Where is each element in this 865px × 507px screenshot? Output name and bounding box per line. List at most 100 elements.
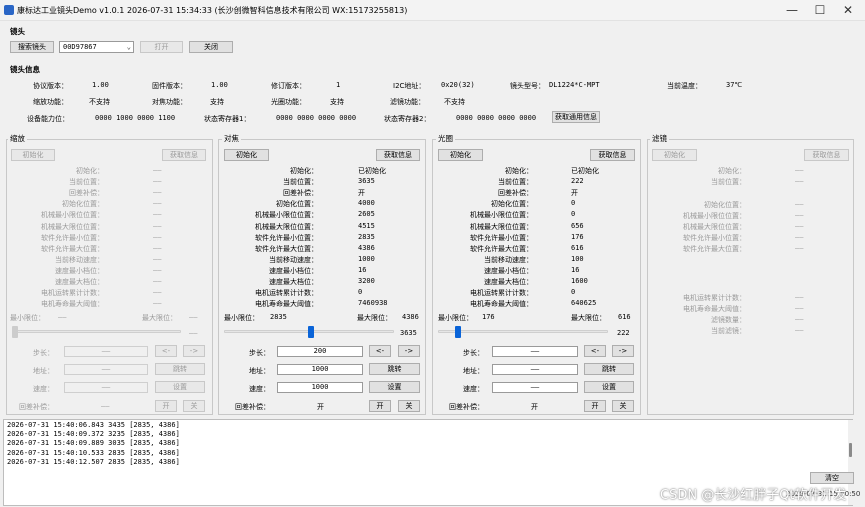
iris-row-value: 640625 xyxy=(571,299,597,308)
status-reg1-value: 0000 0000 0000 0000 xyxy=(276,114,357,122)
focus-min-value: 2835 xyxy=(270,313,287,321)
iris-row-label: 速度最小档位： xyxy=(484,266,533,275)
zoom-min-label: 最小限位： xyxy=(10,314,45,322)
capability-value: 0000 1000 0000 1100 xyxy=(95,114,176,122)
iris-backlash-value: 开 xyxy=(531,403,538,411)
zoom-backlash-label: 回差补偿： xyxy=(19,403,54,411)
filter-row-value: —— xyxy=(795,222,804,231)
close-lens-button[interactable]: 关闭 xyxy=(189,41,233,53)
iris-speed-input[interactable]: —— xyxy=(492,382,578,393)
iris-init-button[interactable]: 初始化 xyxy=(438,149,483,161)
iris-get-info-button[interactable]: 获取信息 xyxy=(590,149,635,161)
zoom-max-value: —— xyxy=(189,313,198,321)
focus-backlash-on-button[interactable]: 开 xyxy=(369,400,391,412)
iris-row-value: 656 xyxy=(571,221,584,230)
focus-right-button[interactable]: -> xyxy=(398,345,420,357)
focus-backlash-off-button[interactable]: 关 xyxy=(398,400,420,412)
filter-row-value: —— xyxy=(795,293,804,301)
zoom-backlash-on-button[interactable]: 开 xyxy=(155,400,177,412)
log-scrollbar-thumb[interactable] xyxy=(849,443,852,457)
filter-row-label: 软件允许最大位置： xyxy=(683,245,746,254)
iris-set-button[interactable]: 设置 xyxy=(584,381,634,393)
iris-addr-input[interactable]: —— xyxy=(492,364,578,375)
zoom-backlash-off-button[interactable]: 关 xyxy=(183,400,205,412)
zoom-row-value: —— xyxy=(153,277,162,285)
maximize-button[interactable]: ☐ xyxy=(806,0,834,21)
iris-row-value: 开 xyxy=(571,189,578,198)
focus-group-title: 对焦 xyxy=(222,133,241,144)
filter-row-value: —— xyxy=(795,304,804,313)
filter-init-button[interactable]: 初始化 xyxy=(652,149,697,161)
zoom-row-label: 电机运转累计计数： xyxy=(41,289,104,298)
iris-row-label: 当前移动速度： xyxy=(484,255,533,264)
zoom-addr-input[interactable]: —— xyxy=(64,364,148,375)
zoom-row-label: 软件允许最小位置： xyxy=(41,233,104,242)
focus-row-label: 当前位置： xyxy=(283,178,318,187)
zoom-row-label: 机械最小限位位置： xyxy=(41,211,104,220)
filter-get-info-button[interactable]: 获取信息 xyxy=(804,149,849,161)
focus-row-label: 速度最小档位： xyxy=(269,266,318,275)
zoom-step-input[interactable]: —— xyxy=(64,346,148,357)
focus-set-button[interactable]: 设置 xyxy=(369,381,420,393)
focus-get-info-button[interactable]: 获取信息 xyxy=(376,149,420,161)
open-lens-button[interactable]: 打开 xyxy=(140,41,183,53)
status-reg1-label: 状态寄存器1： xyxy=(204,115,251,123)
zoom-addr-label: 地址： xyxy=(33,367,54,375)
focus-speed-input[interactable]: 1000 xyxy=(277,382,363,393)
zoom-support-value: 不支持 xyxy=(89,98,110,106)
zoom-row-value: —— xyxy=(153,188,162,197)
zoom-set-button[interactable]: 设置 xyxy=(155,381,205,393)
focus-row-label: 电机寿命最大阈值： xyxy=(255,300,318,309)
protocol-value: 1.00 xyxy=(92,81,109,89)
iris-backlash-on-button[interactable]: 开 xyxy=(584,400,606,412)
iris-row-value: 已初始化 xyxy=(571,167,599,175)
zoom-step-label: 步长： xyxy=(33,349,54,357)
focus-row-value: 3635 xyxy=(358,177,375,186)
iris-slider-thumb[interactable] xyxy=(455,326,462,338)
zoom-get-info-button[interactable]: 获取信息 xyxy=(162,149,206,161)
zoom-row-label: 速度最小档位： xyxy=(55,266,104,275)
clear-log-button[interactable]: 清空 xyxy=(810,472,854,484)
focus-step-input[interactable]: 200 xyxy=(277,346,363,357)
iris-step-input[interactable]: —— xyxy=(492,346,578,357)
i2c-label: I2C地址： xyxy=(393,82,426,90)
focus-row-value: 3200 xyxy=(358,277,375,285)
revision-label: 修订版本： xyxy=(271,82,306,90)
iris-min-value: 176 xyxy=(482,313,495,321)
focus-slider-thumb[interactable] xyxy=(308,326,315,338)
zoom-row-value: —— xyxy=(153,177,162,186)
focus-backlash-value: 开 xyxy=(317,403,324,411)
zoom-left-button[interactable]: <- xyxy=(155,345,177,357)
zoom-slider-thumb[interactable] xyxy=(12,326,18,338)
iris-left-button[interactable]: <- xyxy=(584,345,606,357)
close-window-button[interactable]: ✕ xyxy=(834,0,862,21)
minimize-button[interactable]: — xyxy=(778,0,806,21)
zoom-speed-input[interactable]: —— xyxy=(64,382,148,393)
zoom-jump-button[interactable]: 跳转 xyxy=(155,363,205,375)
iris-right-button[interactable]: -> xyxy=(612,345,634,357)
iris-min-label: 最小限位： xyxy=(438,314,473,322)
search-lens-button[interactable]: 搜索镜头 xyxy=(10,41,54,53)
zoom-init-button[interactable]: 初始化 xyxy=(11,149,55,161)
focus-max-label: 最大限位： xyxy=(357,314,392,322)
iris-jump-button[interactable]: 跳转 xyxy=(584,363,634,375)
zoom-min-value: —— xyxy=(58,313,67,321)
iris-backlash-off-button[interactable]: 关 xyxy=(612,400,634,412)
focus-speed-label: 速度： xyxy=(249,385,270,393)
zoom-row-label: 初始化位置： xyxy=(62,200,104,209)
focus-jump-button[interactable]: 跳转 xyxy=(369,363,420,375)
focus-row-label: 机械最小限位位置： xyxy=(255,211,318,220)
focus-addr-input[interactable]: 1000 xyxy=(277,364,363,375)
firmware-label: 固件版本： xyxy=(152,82,187,90)
focus-init-button[interactable]: 初始化 xyxy=(224,149,269,161)
filter-row-label: 机械最大限位位置： xyxy=(683,223,746,232)
zoom-right-button[interactable]: -> xyxy=(183,345,205,357)
focus-row-value: 2605 xyxy=(358,210,375,219)
temperature-label: 当前温度： xyxy=(667,82,702,90)
lens-device-select[interactable]: 00D97867 ⌄ xyxy=(59,41,134,53)
focus-row-value: 4386 xyxy=(358,243,375,252)
zoom-row-value: —— xyxy=(153,243,162,252)
get-general-info-button[interactable]: 获取通用信息 xyxy=(552,111,600,123)
focus-left-button[interactable]: <- xyxy=(369,345,391,357)
focus-row-label: 回差补偿： xyxy=(283,189,318,198)
